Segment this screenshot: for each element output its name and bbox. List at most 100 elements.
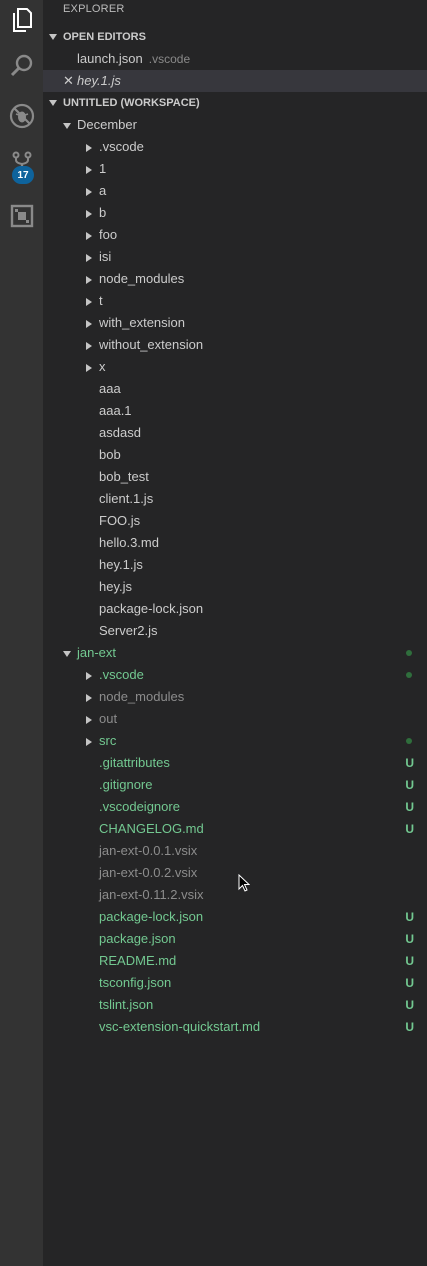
tree-file-aaa[interactable]: aaa xyxy=(43,378,427,400)
tree-file-hello-3-md[interactable]: hello.3.md xyxy=(43,532,427,554)
tree-file-client-1-js[interactable]: client.1.js xyxy=(43,488,427,510)
tree-folder-node-modules[interactable]: node_modules xyxy=(43,686,427,708)
tree-folder-t[interactable]: t xyxy=(43,290,427,312)
file-tree: December .vscode 1 a b foo isi node_modules t wi… xyxy=(43,114,427,1038)
untracked-badge: U xyxy=(405,778,414,792)
file-label: jan-ext-0.11.2.vsix xyxy=(99,887,204,902)
tree-file-tsconfig-json[interactable]: tsconfig.json U xyxy=(43,972,427,994)
file-label: asdasd xyxy=(99,425,141,440)
file-label: bob_test xyxy=(99,469,149,484)
chevron-right-icon xyxy=(86,716,92,724)
untracked-badge: U xyxy=(405,932,414,946)
modified-dot-icon xyxy=(406,672,412,678)
chevron-right-icon xyxy=(86,276,92,284)
chevron-right-icon xyxy=(86,738,92,746)
tree-folder-isi[interactable]: isi xyxy=(43,246,427,268)
tree-file-tslint-json[interactable]: tslint.json U xyxy=(43,994,427,1016)
file-label: client.1.js xyxy=(99,491,154,506)
extensions-icon[interactable] xyxy=(0,196,43,236)
tree-folder-vscode[interactable]: .vscode xyxy=(43,136,427,158)
open-editor-description: .vscode xyxy=(148,52,191,66)
file-label: package-lock.json xyxy=(99,601,204,616)
file-label: hey.js xyxy=(99,579,132,594)
tree-file-hey-js[interactable]: hey.js xyxy=(43,576,427,598)
tree-file-gitattributes[interactable]: .gitattributes U xyxy=(43,752,427,774)
untracked-badge: U xyxy=(405,998,414,1012)
tree-file-package-lock-json[interactable]: package-lock.json xyxy=(43,598,427,620)
search-icon[interactable] xyxy=(0,46,43,86)
folder-label: with_extension xyxy=(99,315,185,330)
chevron-right-icon xyxy=(86,166,92,174)
file-label: README.md xyxy=(99,953,177,968)
tree-file-hey-1-js[interactable]: hey.1.js xyxy=(43,554,427,576)
debug-icon[interactable] xyxy=(0,96,43,136)
folder-label: .vscode xyxy=(99,667,144,682)
chevron-right-icon xyxy=(86,342,92,350)
tree-folder-a[interactable]: a xyxy=(43,180,427,202)
tree-file-changelog-md[interactable]: CHANGELOG.md U xyxy=(43,818,427,840)
tree-file-vsc-extension-quickstart-md[interactable]: vsc-extension-quickstart.md U xyxy=(43,1016,427,1038)
workspace-label: UNTITLED (WORKSPACE) xyxy=(63,97,200,109)
file-label: CHANGELOG.md xyxy=(99,821,204,836)
file-label: vsc-extension-quickstart.md xyxy=(99,1019,261,1034)
folder-label: node_modules xyxy=(99,689,185,704)
open-editor-launch-json[interactable]: launch.json .vscode xyxy=(43,48,427,70)
chevron-right-icon xyxy=(86,694,92,702)
untracked-badge: U xyxy=(405,976,414,990)
close-icon[interactable]: ✕ xyxy=(63,70,74,92)
tree-file-aaa-1[interactable]: aaa.1 xyxy=(43,400,427,422)
tree-file-readme-md[interactable]: README.md U xyxy=(43,950,427,972)
files-icon[interactable] xyxy=(0,0,43,40)
tree-folder-with-extension[interactable]: with_extension xyxy=(43,312,427,334)
activity-bar: 17 xyxy=(0,0,43,1266)
file-label: FOO.js xyxy=(99,513,141,528)
open-editor-hey-1-js[interactable]: ✕ hey.1.js xyxy=(43,70,427,92)
tree-root-december[interactable]: December xyxy=(43,114,427,136)
tree-folder-b[interactable]: b xyxy=(43,202,427,224)
tree-file-package-json[interactable]: package.json U xyxy=(43,928,427,950)
tree-file-asdasd[interactable]: asdasd xyxy=(43,422,427,444)
file-label: aaa xyxy=(99,381,121,396)
tree-root-label: December xyxy=(77,117,137,132)
chevron-right-icon xyxy=(86,364,92,372)
file-label: hello.3.md xyxy=(99,535,159,550)
untracked-badge: U xyxy=(405,954,414,968)
folder-label: out xyxy=(99,711,118,726)
tree-file-jan-ext-0-0-2-vsix[interactable]: jan-ext-0.0.2.vsix xyxy=(43,862,427,884)
tree-file-bob-test[interactable]: bob_test xyxy=(43,466,427,488)
open-editors-header[interactable]: OPEN EDITORS xyxy=(43,26,427,48)
folder-label: without_extension xyxy=(99,337,204,352)
tree-file-jan-ext-0-11-2-vsix[interactable]: jan-ext-0.11.2.vsix xyxy=(43,884,427,906)
folder-label: t xyxy=(99,293,103,308)
tree-root-label: jan-ext xyxy=(77,645,117,660)
chevron-right-icon xyxy=(86,210,92,218)
file-label: aaa.1 xyxy=(99,403,132,418)
tree-file-foo-js[interactable]: FOO.js xyxy=(43,510,427,532)
tree-folder-node-modules[interactable]: node_modules xyxy=(43,268,427,290)
tree-folder-foo[interactable]: foo xyxy=(43,224,427,246)
folder-label: a xyxy=(99,183,107,198)
tree-folder-1[interactable]: 1 xyxy=(43,158,427,180)
open-editors-label: OPEN EDITORS xyxy=(63,31,146,43)
tree-file-package-lock-json[interactable]: package-lock.json U xyxy=(43,906,427,928)
folder-label: .vscode xyxy=(99,139,144,154)
untracked-badge: U xyxy=(405,822,414,836)
tree-file-gitignore[interactable]: .gitignore U xyxy=(43,774,427,796)
tree-root-jan-ext[interactable]: jan-ext xyxy=(43,642,427,664)
tree-file-jan-ext-0-0-1-vsix[interactable]: jan-ext-0.0.1.vsix xyxy=(43,840,427,862)
file-label: jan-ext-0.0.2.vsix xyxy=(99,865,198,880)
tree-file-server2-js[interactable]: Server2.js xyxy=(43,620,427,642)
scm-badge: 17 xyxy=(12,166,34,184)
chevron-right-icon xyxy=(86,672,92,680)
tree-file-vscodeignore[interactable]: .vscodeignore U xyxy=(43,796,427,818)
workspace-header[interactable]: UNTITLED (WORKSPACE) xyxy=(43,92,427,114)
folder-label: 1 xyxy=(99,161,107,176)
tree-folder-vscode[interactable]: .vscode xyxy=(43,664,427,686)
tree-folder-out[interactable]: out xyxy=(43,708,427,730)
folder-label: src xyxy=(99,733,117,748)
tree-folder-x[interactable]: x xyxy=(43,356,427,378)
tree-folder-without-extension[interactable]: without_extension xyxy=(43,334,427,356)
tree-file-bob[interactable]: bob xyxy=(43,444,427,466)
chevron-down-icon xyxy=(49,100,57,106)
tree-folder-src[interactable]: src xyxy=(43,730,427,752)
